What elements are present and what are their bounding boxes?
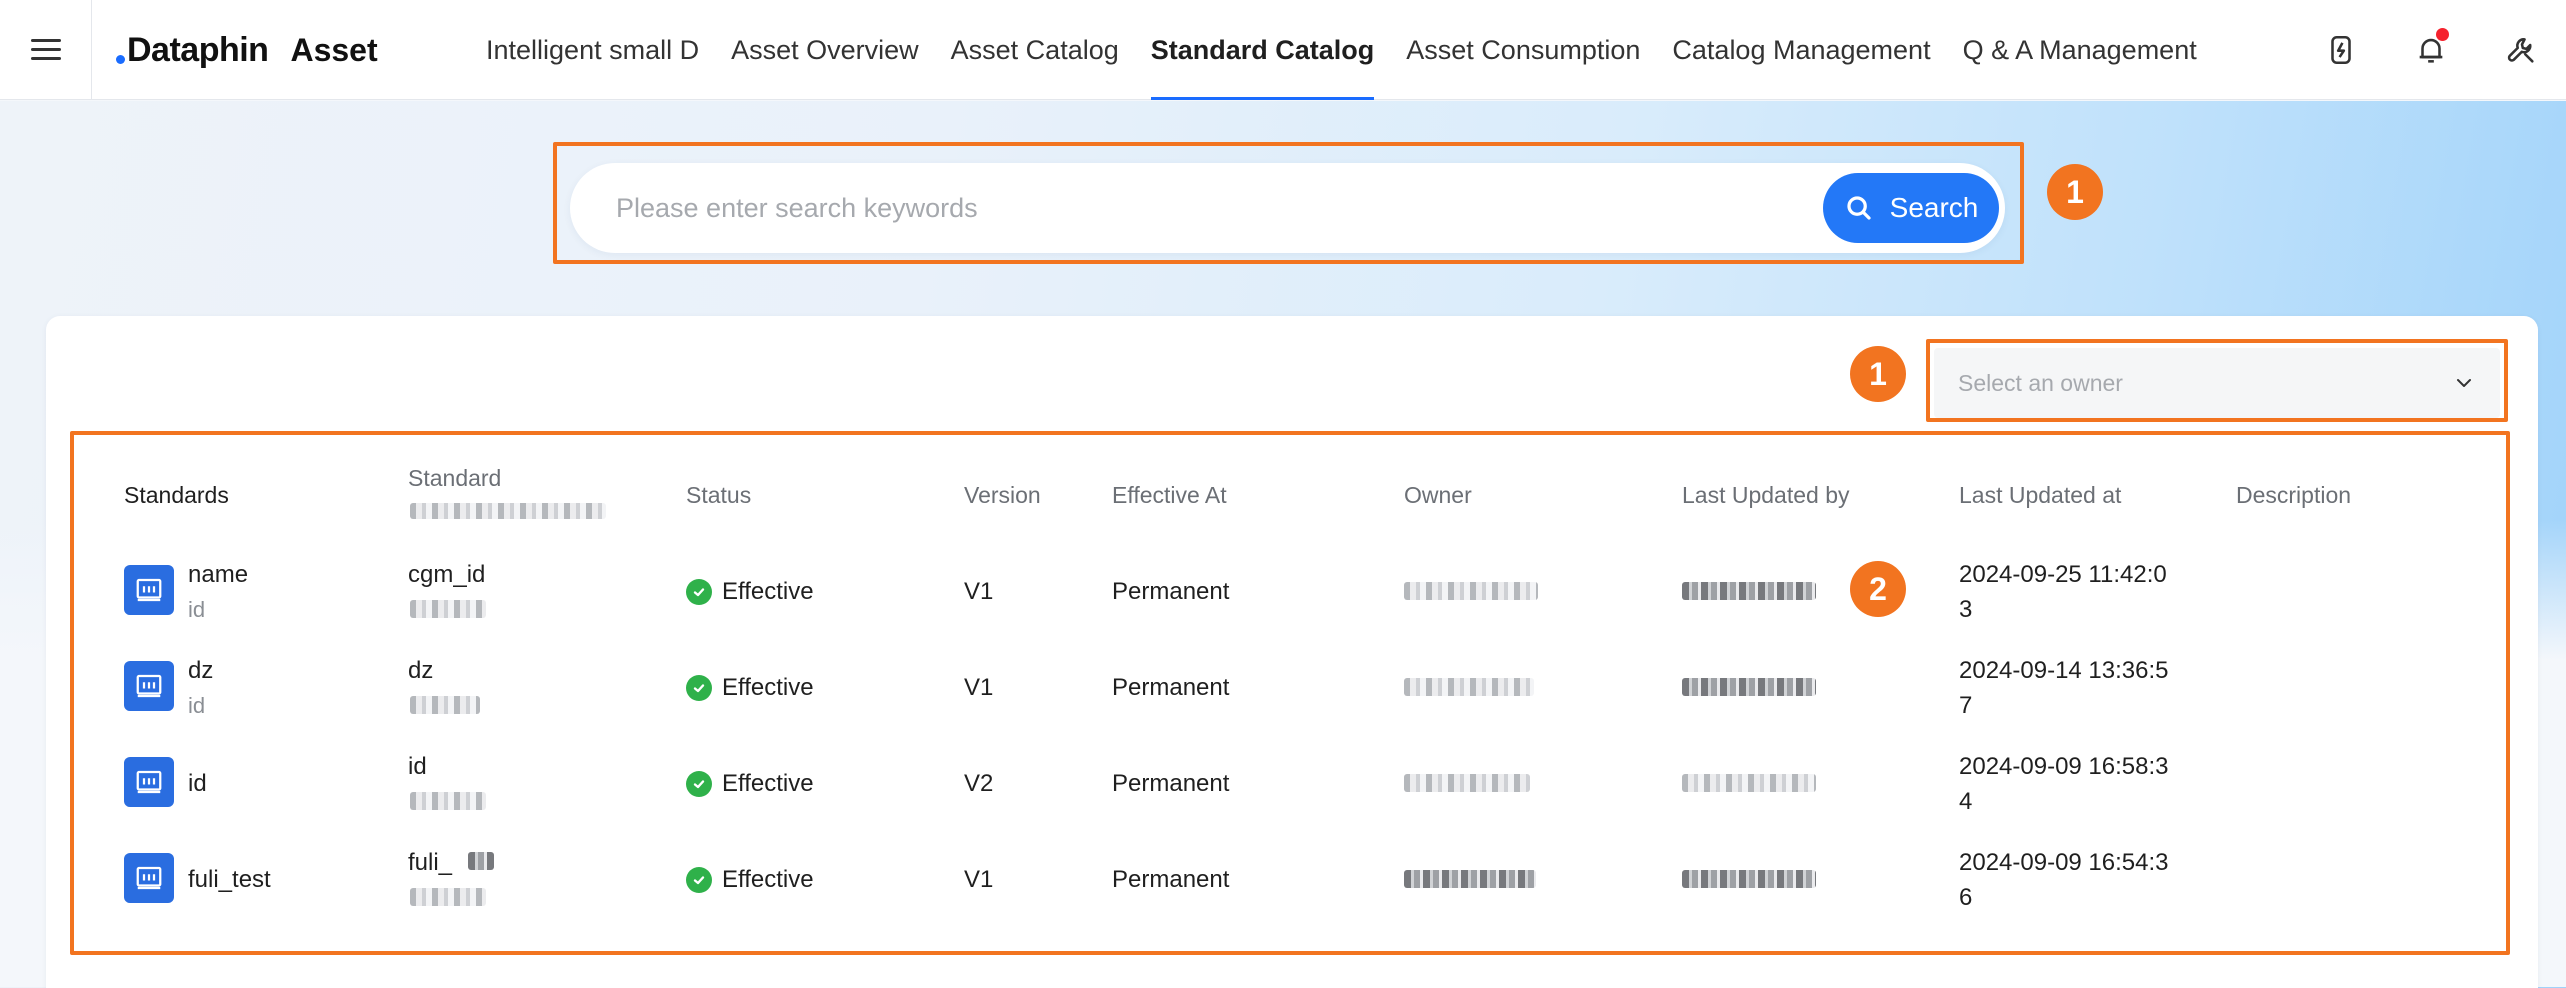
header-actions <box>2296 0 2566 100</box>
tab-asset-overview[interactable]: Asset Overview <box>715 0 935 100</box>
wrench-icon[interactable] <box>2476 0 2566 100</box>
top-bar: Dataphin Asset Intelligent small D Asset… <box>0 0 2566 100</box>
tab-asset-catalog[interactable]: Asset Catalog <box>935 0 1135 100</box>
hamburger-icon <box>30 39 61 61</box>
logo-dot-icon <box>116 54 125 64</box>
logo-text: Dataphin <box>127 30 269 69</box>
menu-button[interactable] <box>0 0 92 100</box>
bell-icon[interactable] <box>2386 0 2476 100</box>
tab-qa-management[interactable]: Q & A Management <box>1947 0 2213 100</box>
product-name: Asset <box>290 31 378 68</box>
tab-asset-consumption[interactable]: Asset Consumption <box>1390 0 1656 100</box>
annotation-box-search <box>553 142 2024 264</box>
main-nav: Intelligent small D Asset Overview Asset… <box>470 0 2213 100</box>
annotation-badge-search: 1 <box>2047 164 2103 220</box>
tab-catalog-management[interactable]: Catalog Management <box>1656 0 1946 100</box>
tab-standard-catalog[interactable]: Standard Catalog <box>1135 0 1391 100</box>
notification-dot <box>2436 28 2449 41</box>
brand[interactable]: Dataphin Asset <box>116 28 378 72</box>
annotation-badge-owner: 1 <box>1850 346 1906 402</box>
annotation-box-owner <box>1926 339 2508 422</box>
tab-intelligent-small-d[interactable]: Intelligent small D <box>470 0 715 100</box>
power-icon[interactable] <box>2296 0 2386 100</box>
annotation-box-table <box>70 431 2510 955</box>
